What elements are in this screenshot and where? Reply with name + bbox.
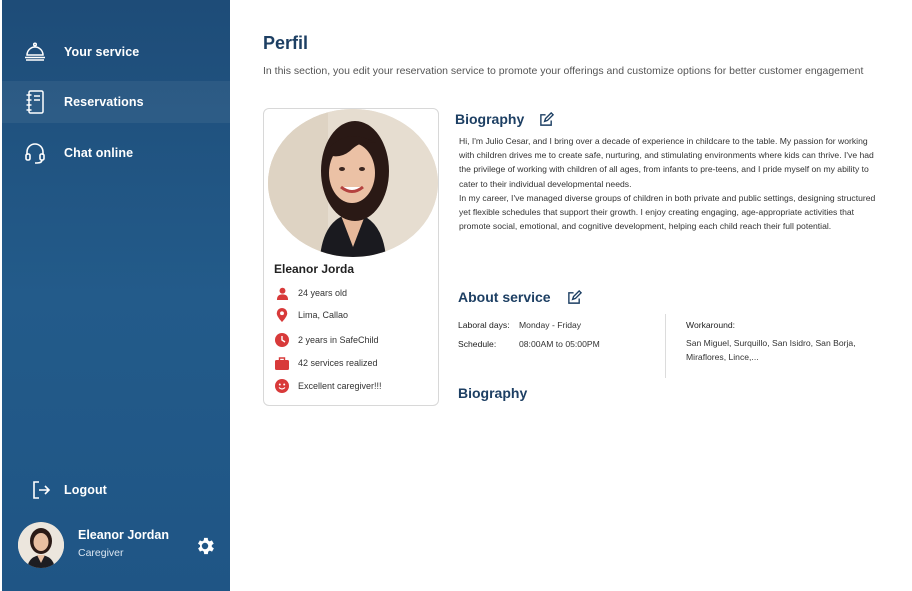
info-text: Lima, Callao: [298, 310, 349, 320]
headset-icon: [22, 140, 48, 166]
logout-icon: [28, 477, 54, 503]
sidebar: Your service Reservations Chat online Lo…: [2, 0, 230, 591]
info-text: 2 years in SafeChild: [298, 335, 379, 345]
sidebar-item-label: Reservations: [64, 95, 144, 109]
edit-service-icon[interactable]: [567, 289, 583, 306]
laboral-days-label: Laboral days:: [458, 320, 510, 330]
page-subtitle: In this section, you edit your reservati…: [263, 65, 864, 77]
workaround-value: San Miguel, Surquillo, San Isidro, San B…: [686, 338, 856, 362]
profile-name: Eleanor Jorda: [274, 262, 355, 276]
user-role: Caregiver: [78, 547, 124, 559]
logout-label: Logout: [64, 483, 107, 497]
biography-paragraph: In my career, I've managed diverse group…: [459, 192, 876, 232]
sidebar-item-chat-online[interactable]: Chat online: [2, 132, 230, 174]
workaround-label: Workaround:: [686, 320, 736, 330]
sidebar-item-your-service[interactable]: Your service: [2, 31, 230, 73]
biography-title-2: Biography: [458, 385, 528, 401]
logout-button[interactable]: Logout: [2, 469, 230, 511]
info-text: 24 years old: [298, 288, 348, 298]
profile-card: Eleanor Jorda 24 years old Lima, Callao …: [263, 108, 439, 406]
info-text: Excellent caregiver!!!: [298, 381, 382, 391]
sidebar-item-reservations[interactable]: Reservations: [2, 81, 230, 123]
user-name: Eleanor Jordan: [78, 528, 169, 542]
schedule-value: 08:00AM to 05:00PM: [519, 339, 600, 349]
page-title: Perfil: [263, 33, 309, 53]
info-age: 24 years old: [274, 284, 347, 302]
biography-paragraph: Hi, I'm Julio Cesar, and I bring over a …: [459, 136, 874, 189]
person-icon: [274, 285, 290, 301]
bell-service-icon: [22, 39, 48, 65]
about-service-title: About service: [458, 289, 551, 305]
smile-icon: [274, 378, 290, 394]
info-experience: 2 years in SafeChild: [274, 331, 379, 349]
sidebar-item-label: Your service: [64, 45, 140, 59]
location-pin-icon: [274, 307, 290, 323]
avatar[interactable]: [18, 522, 64, 568]
info-location: Lima, Callao: [274, 306, 348, 324]
settings-gear-icon[interactable]: [194, 535, 216, 557]
schedule-label: Schedule:: [458, 339, 497, 349]
user-card: Eleanor Jordan Caregiver: [18, 522, 222, 572]
biography-title: Biography: [455, 111, 525, 127]
briefcase-icon: [274, 355, 290, 371]
laboral-days-value: Monday - Friday: [519, 320, 582, 330]
info-services: 42 services realized: [274, 354, 378, 372]
biography-text: Hi, I'm Julio Cesar, and I bring over a …: [459, 134, 879, 233]
clock-icon: [274, 332, 290, 348]
edit-biography-icon[interactable]: [539, 111, 555, 128]
notebook-icon: [22, 89, 48, 115]
info-rating: Excellent caregiver!!!: [274, 377, 382, 395]
sidebar-item-label: Chat online: [64, 146, 134, 160]
info-text: 42 services realized: [298, 358, 378, 368]
divider: [665, 314, 666, 378]
profile-photo: [268, 109, 438, 257]
